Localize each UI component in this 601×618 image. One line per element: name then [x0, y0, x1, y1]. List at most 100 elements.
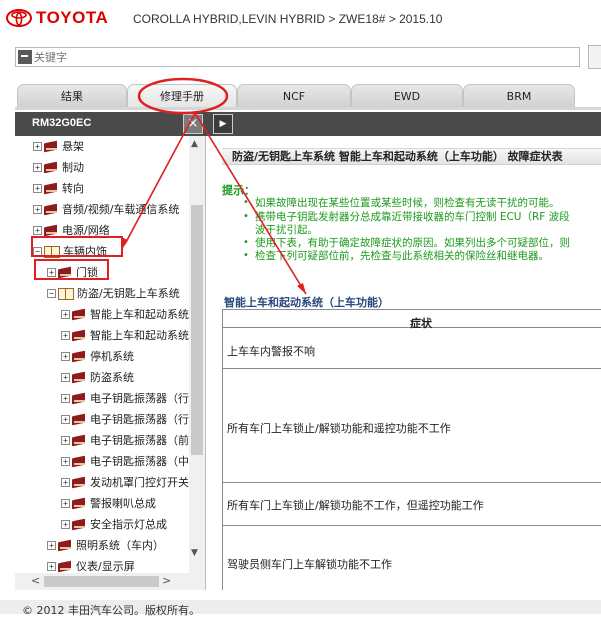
tree-item-meter-display[interactable]: + 仪表/显示屏	[47, 556, 135, 573]
brand-name: TOYOTA	[36, 8, 109, 27]
expand-toggle-icon[interactable]: +	[33, 225, 42, 235]
toyota-logo: TOYOTA	[6, 7, 121, 29]
tree-item-alarm-horn[interactable]: + 警报喇叭总成	[61, 493, 156, 513]
tree-item-theft-deterrent[interactable]: + 防盗系统	[61, 367, 134, 387]
book-icon	[72, 351, 86, 362]
table-header-symptom: 症状	[410, 317, 432, 330]
pane-divider[interactable]	[205, 136, 206, 590]
tree-item-label: 发动机罩门控灯开关	[90, 476, 189, 489]
expand-toggle-icon[interactable]: +	[61, 372, 70, 382]
book-icon	[44, 225, 58, 236]
expand-toggle-icon[interactable]: +	[61, 519, 70, 529]
expand-toggle-icon[interactable]: +	[47, 540, 56, 550]
tree-item-key-oscillator-2[interactable]: + 电子钥匙振荡器（行	[61, 409, 189, 429]
expand-toggle-icon[interactable]: +	[33, 141, 42, 151]
expand-toggle-icon[interactable]: +	[61, 309, 70, 319]
tab-ncf[interactable]: NCF	[237, 84, 351, 109]
tree-item-smart-entry-1[interactable]: + 智能上车和起动系统	[61, 304, 189, 324]
scroll-left-icon[interactable]: <	[31, 574, 40, 587]
book-icon	[44, 141, 58, 152]
expand-button[interactable]: ▶	[213, 114, 233, 134]
book-icon	[58, 540, 72, 551]
expand-toggle-icon[interactable]: +	[33, 183, 42, 193]
expand-toggle-icon[interactable]: +	[61, 456, 70, 466]
book-icon	[72, 498, 86, 509]
expand-toggle-icon[interactable]: +	[61, 330, 70, 340]
tab-results[interactable]: 结果	[17, 84, 127, 109]
search-field[interactable]	[15, 47, 580, 67]
tree-item-key-oscillator-1[interactable]: + 电子钥匙振荡器（行	[61, 388, 189, 408]
table-row: 所有车门上车锁止/解锁功能和遥控功能不工作	[227, 422, 451, 435]
expand-toggle-icon[interactable]: +	[61, 393, 70, 403]
table-border	[222, 309, 601, 310]
tab-brm[interactable]: BRM	[463, 84, 575, 109]
breadcrumb: COROLLA HYBRID,LEVIN HYBRID > ZWE18# > 2…	[133, 12, 443, 26]
book-icon	[44, 162, 58, 173]
book-icon	[44, 183, 58, 194]
close-tree-button[interactable]: ×	[183, 114, 203, 134]
expand-toggle-icon[interactable]: +	[47, 561, 56, 571]
tree-item-label: 音频/视频/车载通信系统	[62, 203, 180, 216]
book-icon	[72, 456, 86, 467]
book-icon	[58, 561, 72, 572]
book-icon	[72, 414, 86, 425]
toyota-emblem-icon	[6, 9, 32, 27]
open-book-icon	[58, 287, 74, 300]
tree-item-suspension[interactable]: + 悬架	[33, 136, 84, 156]
tree-item-steering[interactable]: + 转向	[33, 178, 84, 198]
expand-toggle-icon[interactable]: +	[61, 435, 70, 445]
tree-item-label: 仪表/显示屏	[76, 560, 135, 573]
highlight-door-lock	[34, 259, 109, 280]
tree-item-label: 电子钥匙振荡器（前	[90, 434, 189, 447]
annotation-arrowhead-icon	[297, 283, 306, 294]
tab-repair-manual[interactable]: 修理手册	[127, 84, 237, 109]
book-icon	[72, 309, 86, 320]
tree-item-label: 防盗系统	[90, 371, 134, 384]
bullet-icon: •	[243, 197, 249, 208]
scroll-right-icon[interactable]: >	[162, 574, 171, 587]
table-row: 驾驶员侧车门上车解锁功能不工作	[227, 558, 392, 571]
tree-item-brakes[interactable]: + 制动	[33, 157, 84, 177]
tree-item-immobiliser[interactable]: + 停机系统	[61, 346, 134, 366]
tree-item-smart-entry-2[interactable]: + 智能上车和起动系统	[61, 325, 189, 345]
search-button[interactable]	[588, 45, 601, 69]
book-icon	[72, 330, 86, 341]
expand-toggle-icon[interactable]: +	[61, 351, 70, 361]
collapse-toggle-icon[interactable]: −	[47, 288, 56, 298]
tab-ewd[interactable]: EWD	[351, 84, 463, 109]
scroll-up-icon[interactable]: ▲	[191, 139, 198, 149]
document-id: RM32G0EC	[32, 117, 92, 129]
tree-item-audio-video[interactable]: + 音频/视频/车载通信系统	[33, 199, 179, 219]
tree-item-key-oscillator-middle[interactable]: + 电子钥匙振荡器（中	[61, 451, 189, 471]
highlight-vehicle-interior	[31, 236, 123, 257]
search-arrow-icon	[18, 50, 32, 64]
tree-item-hood-courtesy-switch[interactable]: + 发动机罩门控灯开关	[61, 472, 189, 492]
tree-item-anti-theft[interactable]: − 防盗/无钥匙上车系统	[47, 283, 180, 303]
book-icon	[72, 435, 86, 446]
tree-item-label: 转向	[62, 182, 84, 195]
tree-item-label: 电子钥匙振荡器（中	[90, 455, 189, 468]
table-border	[222, 368, 601, 369]
expand-toggle-icon[interactable]: +	[61, 414, 70, 424]
expand-toggle-icon[interactable]: +	[33, 162, 42, 172]
tree-item-label: 电子钥匙振荡器（行	[90, 392, 189, 405]
book-icon	[72, 372, 86, 383]
tree-item-key-oscillator-front[interactable]: + 电子钥匙振荡器（前	[61, 430, 189, 450]
tree-item-security-indicator[interactable]: + 安全指示灯总成	[61, 514, 167, 534]
expand-toggle-icon[interactable]: +	[61, 477, 70, 487]
expand-toggle-icon[interactable]: +	[33, 204, 42, 214]
hint-text: 使用下表，有助于确定故障症状的原因。如果列出多个可疑部位，则	[255, 237, 570, 249]
search-input[interactable]	[34, 50, 534, 64]
tree-vertical-scroll-thumb[interactable]	[191, 205, 203, 455]
tree-item-interior-lighting[interactable]: + 照明系统（车内）	[47, 535, 164, 555]
table-border	[222, 525, 601, 526]
tree-item-label: 警报喇叭总成	[90, 497, 156, 510]
tree-item-label: 制动	[62, 161, 84, 174]
tree-horizontal-scroll-thumb[interactable]	[44, 576, 159, 587]
table-row: 所有车门上车锁止/解锁功能不工作，但遥控功能工作	[227, 499, 484, 512]
tree-item-label: 停机系统	[90, 350, 134, 363]
scroll-down-icon[interactable]: ▼	[191, 548, 198, 558]
hint-text: 携带电子钥匙发射器分总成靠近带接收器的车门控制 ECU（RF 波段	[255, 211, 570, 223]
expand-toggle-icon[interactable]: +	[61, 498, 70, 508]
bullet-icon: •	[243, 211, 249, 222]
